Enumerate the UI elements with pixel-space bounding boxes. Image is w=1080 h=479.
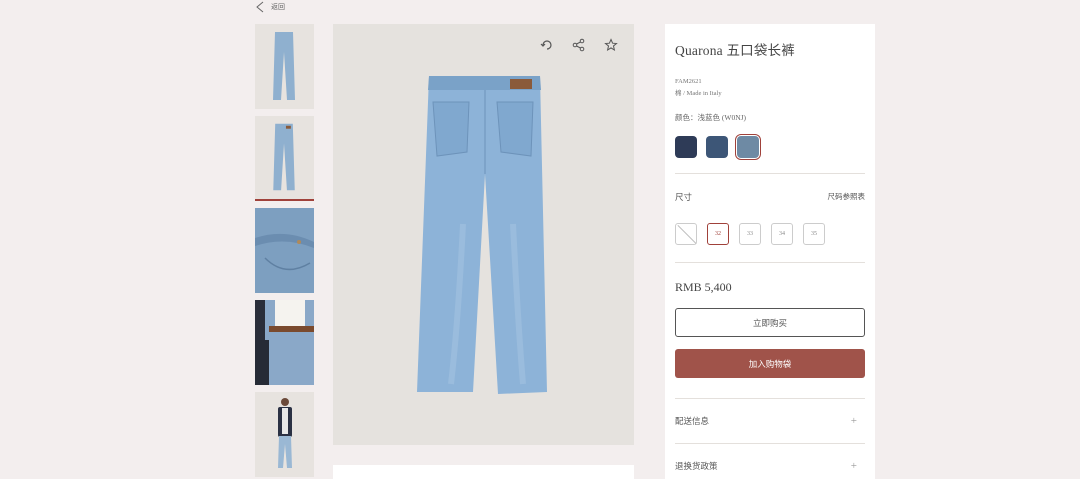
add-to-bag-button[interactable]: 加入购物袋 — [675, 349, 865, 378]
product-sku: FAM2621 — [675, 78, 702, 85]
product-price: RMB 5,400 — [675, 280, 732, 294]
size-option-34[interactable]: 34 — [771, 223, 793, 245]
share-icon[interactable] — [572, 38, 586, 52]
buy-now-button[interactable]: 立即购买 — [675, 308, 865, 337]
thumbnail-detail-belt[interactable] — [255, 300, 314, 385]
size-label: 尺寸 — [675, 192, 693, 202]
size-option-35[interactable]: 35 — [803, 223, 825, 245]
main-product-image — [333, 24, 634, 445]
thumbnail-list — [255, 24, 315, 479]
thumbnail-model[interactable] — [255, 392, 314, 477]
jeans-back-thumb-image — [255, 116, 314, 199]
image-toolbar — [540, 38, 618, 52]
accordion-returns[interactable]: 退换货政策 + — [675, 444, 865, 479]
jeans-belt-detail-image — [255, 300, 314, 385]
model-full-look-image — [255, 392, 314, 477]
divider — [675, 173, 865, 174]
jeans-front-thumb-image — [255, 24, 314, 109]
size-options: 32 33 34 35 — [675, 223, 865, 245]
swatch-mid-indigo[interactable] — [706, 136, 728, 158]
swatch-light-blue[interactable] — [735, 134, 761, 160]
plus-icon: + — [850, 415, 857, 427]
divider — [675, 262, 865, 263]
product-material: 棉 / Made in Italy — [675, 90, 722, 97]
jeans-back-view-image — [333, 24, 634, 445]
size-option-32[interactable]: 32 — [707, 223, 729, 245]
star-icon[interactable] — [604, 38, 618, 52]
color-swatches — [675, 134, 865, 160]
size-option-33[interactable]: 33 — [739, 223, 761, 245]
thumbnail-back[interactable] — [255, 116, 314, 201]
chevron-left-icon — [256, 1, 264, 13]
product-info-panel: Quarona 五口袋长裤 FAM2621 棉 / Made in Italy … — [665, 24, 875, 479]
product-title: Quarona 五口袋长裤 — [675, 43, 795, 58]
size-guide-link[interactable]: 尺码参照表 — [828, 191, 866, 203]
accordion-label: 退换货政策 — [675, 461, 718, 471]
back-label: 返回 — [271, 3, 285, 11]
plus-icon: + — [850, 460, 857, 472]
rotate-360-icon[interactable] — [540, 38, 554, 52]
thumbnail-front[interactable] — [255, 24, 314, 109]
accordion-shipping[interactable]: 配送信息 + — [675, 399, 865, 443]
thumbnail-detail-pocket[interactable] — [255, 208, 314, 293]
swatch-dark-indigo[interactable] — [675, 136, 697, 158]
accordion-label: 配送信息 — [675, 416, 710, 426]
back-link[interactable]: 返回 — [255, 0, 285, 14]
color-label: 颜色：浅蓝色 (W0NJ) — [675, 113, 747, 122]
size-option-unavailable[interactable] — [675, 223, 697, 245]
image-below-card — [333, 465, 634, 479]
jeans-pocket-detail-image — [255, 208, 314, 293]
